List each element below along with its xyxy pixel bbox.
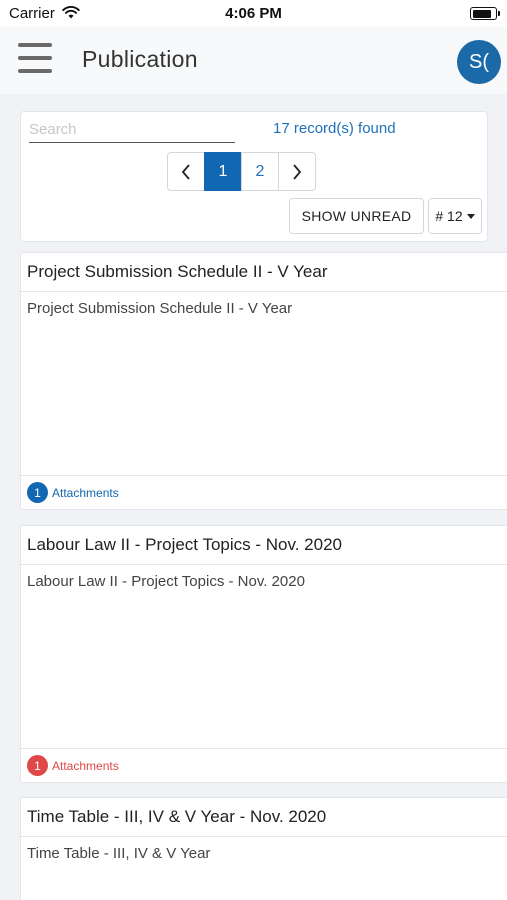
battery-icon: [470, 7, 500, 20]
page-title: Publication: [82, 46, 198, 72]
publication-card[interactable]: Labour Law II - Project Topics - Nov. 20…: [20, 525, 507, 783]
pagination: 1 2: [167, 152, 316, 191]
attachment-count-badge: 1: [27, 755, 48, 776]
publication-title: Time Table - III, IV & V Year - Nov. 202…: [21, 798, 507, 837]
user-avatar[interactable]: S(: [457, 40, 501, 84]
page-button-2[interactable]: 2: [241, 152, 279, 191]
page-size-dropdown[interactable]: # 12: [428, 198, 482, 234]
attachments-link[interactable]: Attachments: [52, 759, 119, 773]
show-unread-button[interactable]: SHOW UNREAD: [289, 198, 424, 234]
publication-description: Time Table - III, IV & V Year: [27, 845, 211, 862]
record-count: 17 record(s) found: [273, 120, 396, 137]
caret-down-icon: [466, 213, 475, 219]
chevron-left-icon: [181, 163, 190, 180]
publication-card[interactable]: Time Table - III, IV & V Year - Nov. 202…: [20, 797, 507, 900]
page-button-1[interactable]: 1: [204, 152, 242, 191]
publication-footer: 1 Attachments: [21, 475, 507, 509]
publication-card[interactable]: Project Submission Schedule II - V Year …: [20, 252, 507, 510]
search-input[interactable]: [29, 116, 235, 143]
status-bar: Carrier 4:06 PM: [0, 0, 507, 26]
publication-description: Project Submission Schedule II - V Year: [27, 300, 293, 317]
hamburger-menu-icon[interactable]: [18, 43, 52, 75]
publication-description: Labour Law II - Project Topics - Nov. 20…: [27, 573, 305, 590]
publication-title: Labour Law II - Project Topics - Nov. 20…: [21, 526, 507, 565]
publication-footer: 1 Attachments: [21, 748, 507, 782]
next-page-button[interactable]: [278, 152, 316, 191]
battery-level: [472, 9, 492, 18]
attachments-link[interactable]: Attachments: [52, 486, 119, 500]
attachment-count-badge: 1: [27, 482, 48, 503]
chevron-right-icon: [293, 163, 302, 180]
status-time: 4:06 PM: [225, 5, 282, 22]
app-bar: Publication S(: [0, 26, 507, 94]
publication-title: Project Submission Schedule II - V Year: [21, 253, 507, 292]
filter-panel: 17 record(s) found 1 2 SHOW UNREAD # 12: [20, 111, 488, 242]
page-size-label: # 12: [435, 208, 463, 224]
prev-page-button[interactable]: [167, 152, 205, 191]
